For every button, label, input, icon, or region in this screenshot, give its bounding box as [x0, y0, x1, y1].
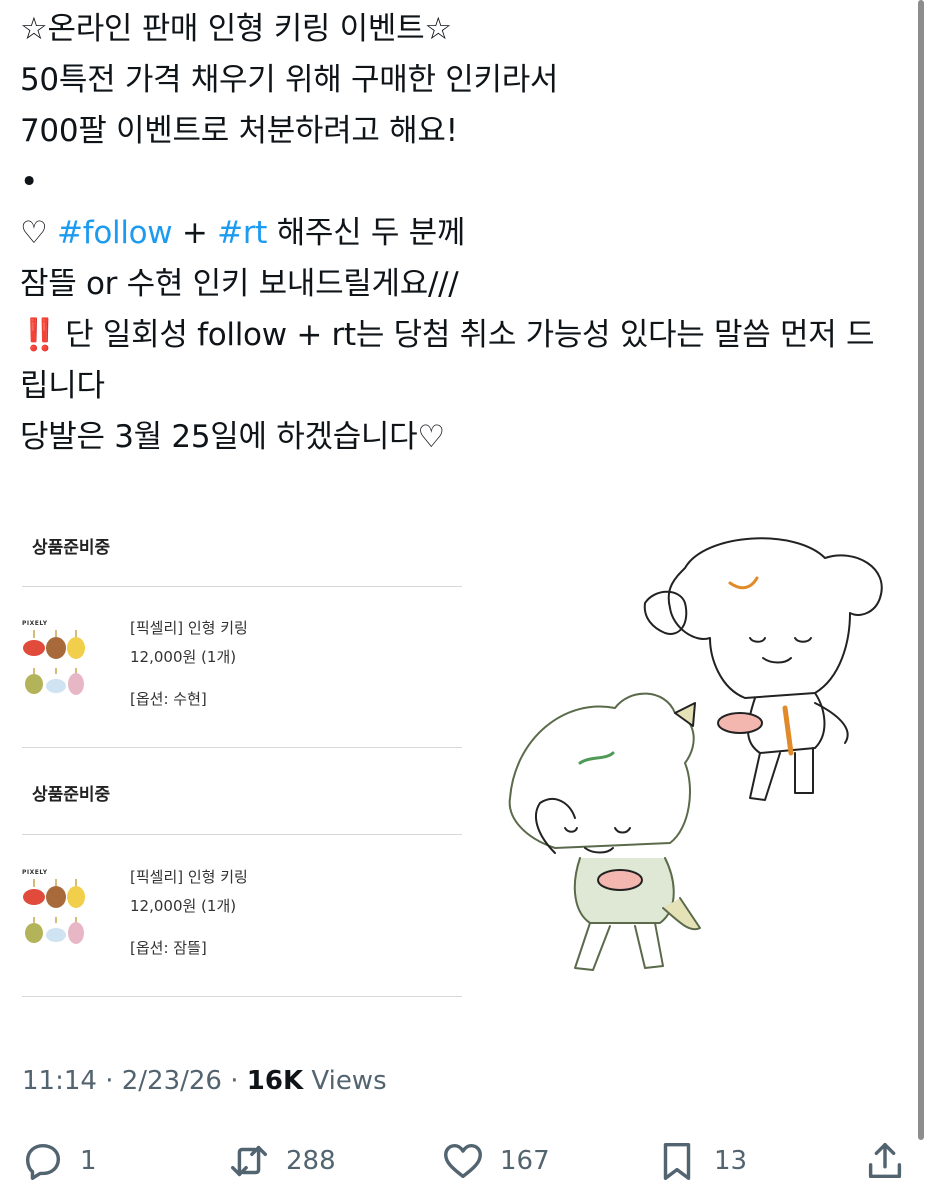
tweet-time[interactable]: 11:14 — [22, 1066, 97, 1096]
repost-icon — [230, 1145, 268, 1177]
divider — [22, 834, 462, 835]
product-price: 12,000원 (1개) — [130, 648, 237, 666]
heart-symbol: ♡ — [20, 215, 58, 251]
reply-icon — [25, 1143, 61, 1180]
bookmark-icon — [663, 1142, 691, 1180]
tweet-line-hashtags: ♡ #follow + #rt 해주신 두 분께 — [20, 208, 900, 259]
tweet-line: 700팔 이벤트로 처분하려고 해요! — [20, 113, 458, 149]
repost-button[interactable]: 288 — [226, 1138, 336, 1184]
hashtag-rt-link[interactable]: #rt — [217, 215, 267, 251]
tweet-line: 잠뜰 or 수현 인키 보내드릴게요/// — [20, 266, 459, 302]
product-option: [옵션: 수현] — [130, 690, 207, 708]
product-thumbnail: PIXELY — [22, 620, 86, 700]
brand-logo: PIXELY — [22, 869, 48, 876]
product-price: 12,000원 (1개) — [130, 897, 237, 915]
like-count: 167 — [500, 1146, 550, 1176]
brand-logo: PIXELY — [22, 620, 48, 627]
separator: · — [221, 1066, 247, 1096]
order-info: [픽셀리] 인형 키링 12,000원 (1개) [옵션: 잠뜰] — [130, 863, 248, 963]
views-label: Views — [303, 1066, 387, 1096]
order-status: 상품준비중 — [32, 538, 111, 558]
share-button[interactable] — [862, 1138, 908, 1184]
order-info: [픽셀리] 인형 키링 12,000원 (1개) [옵션: 수현] — [130, 614, 248, 714]
bookmark-count: 13 — [714, 1146, 748, 1176]
tweet-metadata: 11:14 · 2/23/26 · 16K Views — [22, 1066, 387, 1096]
divider — [22, 747, 462, 748]
divider — [22, 586, 462, 587]
hashtag-follow-link[interactable]: #follow — [57, 215, 173, 251]
share-icon — [868, 1142, 902, 1179]
views-count: 16K — [246, 1066, 304, 1096]
tweet-line: ☆온라인 판매 인형 키링 이벤트☆ — [20, 11, 452, 47]
repost-count: 288 — [286, 1146, 336, 1176]
plush-keyrings-image — [23, 630, 85, 695]
product-option: [옵션: 잠뜰] — [130, 939, 207, 957]
reply-button[interactable]: 1 — [20, 1138, 97, 1184]
order-status: 상품준비중 — [32, 785, 111, 805]
divider — [22, 996, 462, 997]
plush-keyrings-image — [23, 879, 85, 944]
like-button[interactable]: 167 — [440, 1138, 550, 1184]
tweet-line: • — [20, 164, 38, 200]
plus-text: + — [172, 215, 218, 251]
chibi-illustration[interactable] — [495, 528, 900, 983]
tweet-line: 당발은 3월 25일에 하겠습니다♡ — [20, 419, 445, 455]
order-card: 상품준비중 PIXELY [픽셀리] 인형 키링 12,000원 (1개) [옵… — [22, 528, 462, 748]
tweet-actions-bar: 1 288 167 13 — [0, 1138, 930, 1188]
tweet-text-fragment: 해주신 두 분께 — [267, 215, 466, 251]
order-card: 상품준비중 PIXELY [픽셀리] 인형 키링 12,000원 (1개) [옵… — [22, 775, 462, 999]
heart-icon — [444, 1143, 482, 1179]
double-exclamation-icon: ‼️ — [20, 317, 59, 353]
reply-count: 1 — [80, 1146, 97, 1176]
tweet-text: ☆온라인 판매 인형 키링 이벤트☆ 50특전 가격 채우기 위해 구매한 인키… — [20, 4, 900, 463]
product-name: [픽셀리] 인형 키링 — [130, 868, 248, 886]
scrollbar[interactable] — [918, 0, 924, 1140]
product-thumbnail: PIXELY — [22, 869, 86, 949]
tweet-line-notice: ‼️ 단 일회성 follow + rt는 당첨 취소 가능성 있다는 말씀 먼… — [20, 310, 900, 412]
tweet-line: 50특전 가격 채우기 위해 구매한 인키라서 — [20, 62, 559, 98]
product-name: [픽셀리] 인형 키링 — [130, 619, 248, 637]
notice-text: 단 일회성 follow + rt는 당첨 취소 가능성 있다는 말씀 먼저 드… — [20, 317, 875, 404]
tweet-date[interactable]: 2/23/26 — [122, 1066, 222, 1096]
separator: · — [96, 1066, 122, 1096]
bookmark-button[interactable]: 13 — [654, 1138, 747, 1184]
